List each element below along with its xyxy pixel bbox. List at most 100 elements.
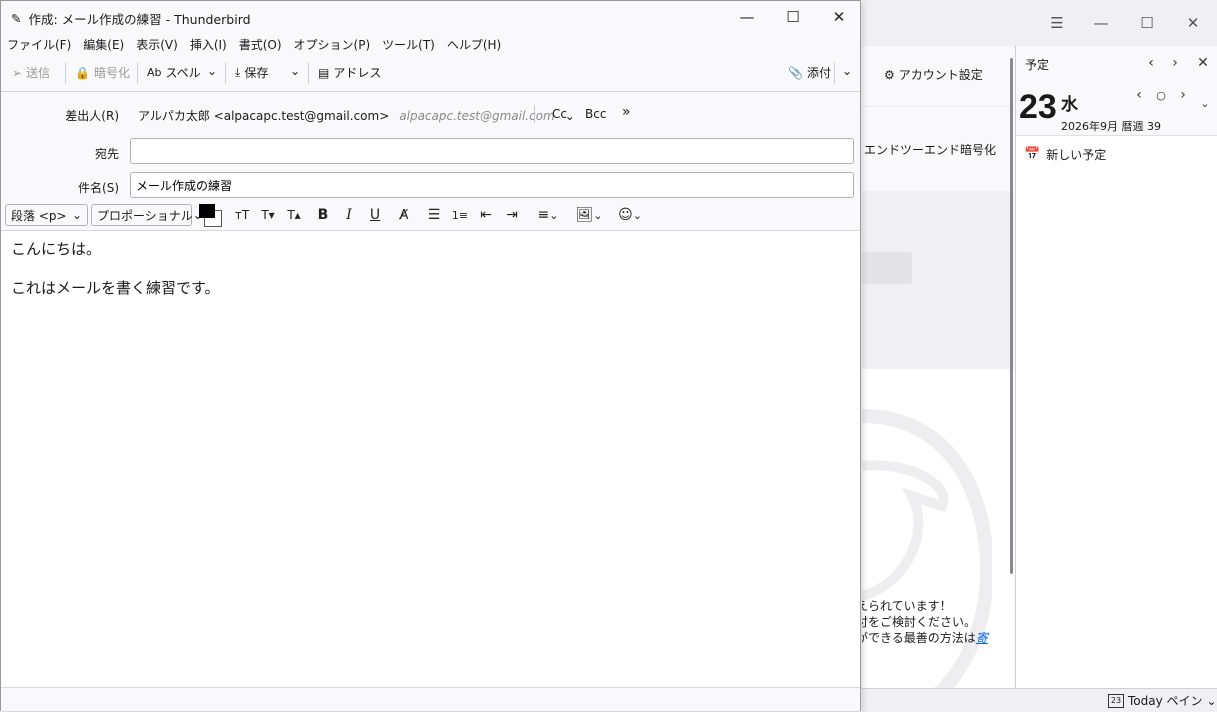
send-button[interactable]: ➢ 送信	[12, 64, 50, 81]
donate-link[interactable]: 寄	[976, 631, 988, 645]
from-label: 差出人(R)	[65, 109, 119, 123]
maximize-icon[interactable]: ☐	[1132, 8, 1162, 38]
chevron-down-icon: ⌄	[593, 208, 603, 222]
main-status-bar: 23 Today ペイン ⌄	[862, 688, 1217, 712]
today-pane-title: 予定	[1025, 58, 1050, 72]
bcc-button[interactable]: Bcc	[585, 107, 606, 121]
close-icon[interactable]: ✕	[1192, 52, 1214, 74]
compose-toolbar: ➢ 送信 🔒 暗号化 Ab スペル ⌄ ⤓ 保存 ⌄ ▤ アドレス 📎 添付 ⌄	[1, 55, 860, 92]
menu-options[interactable]: オプション(P)	[288, 36, 377, 53]
chevron-down-icon: ⌄	[290, 64, 301, 78]
paragraph-format-select[interactable]: 段落 <p> ⌄	[5, 204, 88, 226]
today-date-subtitle: 2026年9月 暦週 39	[1061, 120, 1161, 133]
menu-insert[interactable]: 挿入(I)	[184, 36, 233, 53]
cc-button[interactable]: Cc	[552, 107, 567, 121]
donation-note: えられています！ 付をご検討ください。 ができる最善の方法は寄	[862, 599, 988, 645]
menu-tools[interactable]: ツール(T)	[376, 36, 441, 53]
to-label: 宛先	[94, 147, 119, 161]
from-selector[interactable]: アルパカ太郎 <alpacapc.test@gmail.com> alpacap…	[138, 107, 575, 124]
menu-view[interactable]: 表示(V)	[130, 36, 184, 53]
spellcheck-icon: Ab	[147, 66, 162, 79]
account-settings-icon: ⚙	[884, 67, 895, 82]
underline-icon[interactable]: U	[366, 205, 384, 225]
menu-edit[interactable]: 編集(E)	[77, 36, 130, 53]
app-menu-icon[interactable]: ☰	[1042, 8, 1072, 38]
header-separator	[534, 105, 535, 123]
to-input[interactable]	[130, 138, 854, 164]
more-fields-icon[interactable]: »	[622, 104, 631, 120]
body-paragraph: これはメールを書く練習です。	[11, 279, 220, 297]
main-titlebar: ☰ — ☐ ✕	[862, 0, 1217, 47]
align-dropdown[interactable]: ≡ ⌄	[531, 205, 565, 225]
outdent-icon[interactable]: ⇤	[476, 205, 496, 225]
send-icon: ➢	[12, 65, 23, 80]
indent-icon[interactable]: ⇥	[502, 205, 522, 225]
window-title: 作成: メール作成の練習 - Thunderbird	[28, 12, 251, 27]
bold-icon[interactable]: B	[314, 205, 332, 225]
menu-bar: ファイル(F) 編集(E) 表示(V) 挿入(I) 書式(O) オプション(P)…	[1, 33, 860, 55]
search-bar[interactable]	[862, 252, 912, 284]
today-weekday: 水	[1061, 95, 1078, 115]
e2e-encryption-link[interactable]: エンドツーエンド暗号化	[864, 141, 996, 158]
emoji-dropdown[interactable]: ☺ ⌄	[613, 205, 647, 225]
close-icon[interactable]: ✕	[1178, 8, 1208, 38]
larger-text-icon[interactable]: T▴	[284, 205, 304, 225]
toolbar-separator	[308, 62, 309, 84]
lock-icon: 🔒	[75, 65, 90, 80]
spell-dropdown[interactable]: ⌄	[207, 64, 217, 78]
prev-day-icon[interactable]: ‹	[1128, 84, 1150, 106]
today-pane-toggle[interactable]: 23 Today ペイン ⌄	[1108, 692, 1217, 709]
save-button[interactable]: ⤓ 保存	[235, 64, 268, 81]
save-dropdown[interactable]: ⌄	[290, 64, 300, 78]
pencil-icon: ✎	[11, 11, 22, 26]
from-identity: アルパカ太郎 <alpacapc.test@gmail.com>	[138, 109, 390, 123]
chevron-right-icon[interactable]: ›	[1164, 52, 1186, 74]
chevron-down-icon[interactable]: ⌄	[1194, 92, 1216, 114]
emoji-icon: ☺	[618, 207, 633, 223]
menu-help[interactable]: ヘルプ(H)	[441, 36, 507, 53]
font-select[interactable]: プロポーショナル ⌄	[91, 204, 203, 226]
next-day-icon[interactable]: ›	[1172, 84, 1194, 106]
toolbar-separator	[137, 62, 138, 84]
message-body[interactable]: こんにちは。 これはメールを書く練習です。	[11, 239, 220, 317]
account-settings-button[interactable]: ⚙ アカウント設定	[884, 66, 983, 83]
calendar-add-icon: 📅	[1024, 147, 1041, 162]
today-day-number: 23	[1019, 88, 1057, 126]
smaller-text-icon[interactable]: T▾	[258, 205, 278, 225]
attach-button[interactable]: 📎 添付	[788, 64, 831, 81]
today-circle-icon[interactable]: ○	[1150, 84, 1172, 106]
new-event-button[interactable]: 📅 新しい予定	[1024, 146, 1106, 163]
toolbar-separator	[834, 62, 835, 84]
chevron-down-icon: ⌄	[632, 208, 642, 222]
minimize-icon[interactable]: —	[724, 2, 770, 32]
maximize-icon[interactable]: ☐	[770, 2, 816, 32]
italic-icon[interactable]: I	[340, 205, 358, 225]
subject-input[interactable]	[130, 172, 854, 198]
remove-format-icon[interactable]: A̸	[394, 205, 414, 225]
toolbar-separator	[225, 62, 226, 84]
menu-file[interactable]: ファイル(F)	[1, 36, 77, 53]
chevron-down-icon: ⌄	[207, 64, 218, 78]
menu-format[interactable]: 書式(O)	[233, 36, 288, 53]
attach-dropdown[interactable]: ⌄	[842, 64, 852, 78]
scrollbar[interactable]	[1010, 58, 1013, 574]
insert-image-dropdown[interactable]: 🖼 ⌄	[572, 205, 606, 225]
subject-label: 件名(S)	[78, 181, 119, 195]
spell-button[interactable]: Ab スペル	[147, 64, 201, 81]
text-color-picker[interactable]	[199, 204, 223, 227]
account-header: ⚙ アカウント設定	[862, 46, 1014, 106]
address-book-button[interactable]: ▤ アドレス	[318, 64, 381, 81]
download-icon: ⤓	[235, 65, 241, 79]
font-size-icon[interactable]: тT	[232, 205, 252, 225]
chevron-down-icon: ⌄	[1206, 693, 1217, 708]
today-pane: 予定 ‹ › ✕ ‹ ○ › ⌄ 23 水 2026年9月 暦週 39 📅 新し…	[1015, 46, 1217, 688]
compose-window: ✎ 作成: メール作成の練習 - Thunderbird — ☐ ✕ ファイル(…	[0, 0, 861, 711]
bullet-list-icon[interactable]: ☰	[424, 205, 444, 225]
body-paragraph: こんにちは。	[11, 240, 102, 258]
format-toolbar: 段落 <p> ⌄ プロポーショナル ⌄ тT T▾ T▴ B I U A̸ ☰ …	[1, 201, 860, 231]
minimize-icon[interactable]: —	[1086, 8, 1116, 38]
encrypt-button[interactable]: 🔒 暗号化	[75, 64, 130, 81]
numbered-list-icon[interactable]: 1≡	[450, 205, 470, 225]
chevron-left-icon[interactable]: ‹	[1140, 52, 1162, 74]
close-icon[interactable]: ✕	[816, 2, 862, 32]
